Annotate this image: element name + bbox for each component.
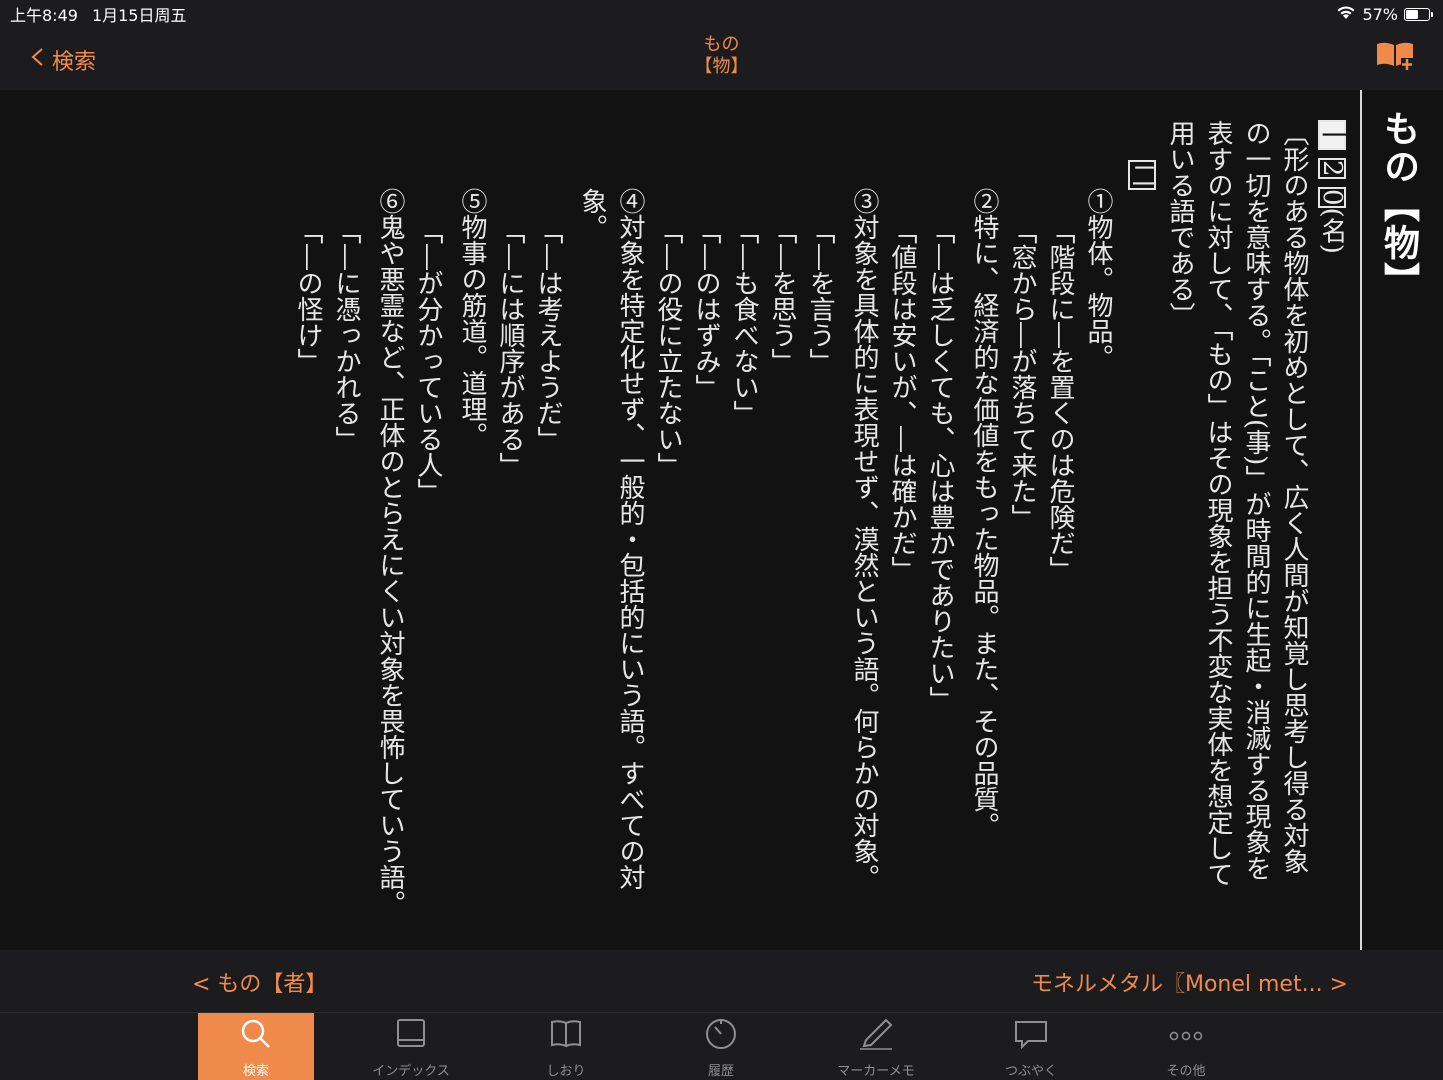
sense-4-example-1: 「―は考えようだ」	[533, 218, 563, 452]
status-time: 上午8:49	[10, 6, 78, 25]
section-marker-two: 二	[1127, 160, 1157, 190]
sense-3-example-4: 「―のはずみ」	[691, 218, 721, 400]
next-entry-link[interactable]: モネルメタル〖Monel met... >	[1031, 966, 1348, 998]
tab-marker-memo[interactable]: マーカーメモ	[818, 1013, 934, 1080]
tab-marker-memo-label: マーカーメモ	[837, 1064, 915, 1079]
headword-pane: もの【物】	[1363, 90, 1443, 950]
prev-entry-link[interactable]: < もの【者】	[192, 966, 327, 998]
sense-3-example-2: 「―を思う」	[767, 218, 797, 374]
tweet-icon	[1013, 1016, 1049, 1060]
status-left: 上午8:49 1月15日周五	[10, 2, 186, 26]
sense-3-example-5: 「―の役に立たない」	[653, 218, 683, 478]
battery-fill	[1406, 9, 1418, 19]
battery-icon	[1404, 7, 1433, 21]
divider	[1360, 90, 1362, 950]
index-icon	[393, 1016, 429, 1060]
sense-1-example-2: 「窓から―が落ちて来た」	[1007, 218, 1037, 530]
tab-search-label: 検索	[242, 1064, 269, 1079]
section-two-line: 二	[1123, 120, 1161, 940]
part-of-speech: (名)	[1317, 207, 1347, 254]
tab-search[interactable]: 検索	[198, 1013, 314, 1080]
dictionary-content: もの【物】 一 2 0(名) 〔形のある物体を初めとして、広く人間が知覚し思考し…	[0, 90, 1443, 950]
entry-body: 一 2 0(名) 〔形のある物体を初めとして、広く人間が知覚し思考し得る対象 の…	[289, 120, 1351, 940]
sense-5-example-1: 「―が分かっている人」	[413, 218, 443, 504]
history-icon	[703, 1016, 739, 1060]
tab-tweet-label: つぶやく	[1004, 1064, 1057, 1079]
tab-bar: 検索 インデックス しおり 履歴 マーカーメモ つぶやく その他	[0, 1012, 1443, 1080]
intro-line-3: 表すのに対して、「もの」はその現象を担う不変な実体を想定して	[1203, 120, 1233, 887]
tab-index[interactable]: インデックス	[353, 1013, 469, 1080]
bookmark-icon	[548, 1016, 584, 1060]
intro-line-1: 〔形のある物体を初めとして、広く人間が知覚し思考し得る対象	[1279, 120, 1309, 874]
battery-body	[1404, 7, 1430, 21]
add-book-button[interactable]	[1375, 40, 1415, 72]
sense-3-example-1: 「―を言う」	[805, 218, 835, 374]
sense-3: ③対象を具体的に表現せず、漠然という語。何らかの対象。	[849, 188, 879, 890]
tab-history[interactable]: 履歴	[663, 1013, 779, 1080]
status-bar: 上午8:49 1月15日周五 57%	[0, 0, 1443, 28]
sense-3-example-3: 「―も食べない」	[729, 218, 759, 426]
tab-bookmark[interactable]: しおり	[508, 1013, 624, 1080]
intro-line-2: の一切を意味する。「こと(事)」が時間的に生起・消滅する現象を	[1241, 120, 1271, 882]
sense-6-example-2: 「―の怪け」	[293, 218, 323, 374]
tab-index-label: インデックス	[372, 1064, 450, 1079]
entry-navigation: < もの【者】 モネルメタル〖Monel met... >	[0, 950, 1443, 1012]
sense-6: ⑥鬼や悪霊など、正体のとらえにくい対象を畏怖していう語。	[375, 188, 405, 916]
sense-6-example-1: 「―に憑っかれる」	[331, 218, 361, 452]
sense-1-example-1: 「階段に―を置くのは危険だ」	[1045, 218, 1075, 582]
title-kanji: 【物】	[694, 56, 749, 77]
sense-4: ④対象を特定化せず、一般的・包括的にいう語。すべての対象。	[577, 188, 645, 890]
sense-2-example-2: 「値段は安いが、―は確かだ」	[887, 218, 917, 582]
battery-percent: 57%	[1362, 4, 1398, 24]
tab-bookmark-label: しおり	[546, 1064, 586, 1079]
search-icon	[238, 1016, 274, 1060]
headword: もの【物】	[1378, 110, 1420, 300]
page-title: もの 【物】	[0, 34, 1443, 78]
nav-bar: 検索 もの 【物】	[0, 28, 1443, 90]
sense-1: ①物体。物品。	[1083, 188, 1113, 370]
tab-tweet[interactable]: つぶやく	[973, 1013, 1089, 1080]
tab-more[interactable]: その他	[1128, 1013, 1244, 1080]
accent-number-2: 0	[1317, 187, 1347, 208]
entry-header-line: 一 2 0(名)	[1313, 120, 1351, 940]
sense-5: ⑤物事の筋道。道理。	[457, 188, 487, 448]
tab-history-label: 履歴	[707, 1064, 734, 1079]
more-icon	[1166, 1016, 1206, 1060]
intro-line-4: 用いる語である〕	[1165, 120, 1195, 328]
battery-tip	[1431, 11, 1433, 17]
title-reading: もの	[703, 34, 740, 55]
wifi-icon	[1336, 5, 1356, 24]
section-marker-one: 一	[1317, 120, 1347, 150]
marker-icon	[856, 1016, 896, 1060]
sense-4-example-2: 「―には順序がある」	[495, 218, 525, 478]
status-date: 1月15日周五	[91, 6, 187, 25]
book-plus-icon	[1375, 42, 1415, 76]
accent-number-1: 2	[1317, 158, 1347, 179]
sense-2-example-1: 「―は乏しくても、心は豊かでありたい」	[925, 218, 955, 712]
tab-more-label: その他	[1166, 1064, 1206, 1079]
sense-2: ②特に、経済的な価値をもった物品。また、その品質。	[969, 188, 999, 838]
status-right: 57%	[1336, 5, 1433, 24]
